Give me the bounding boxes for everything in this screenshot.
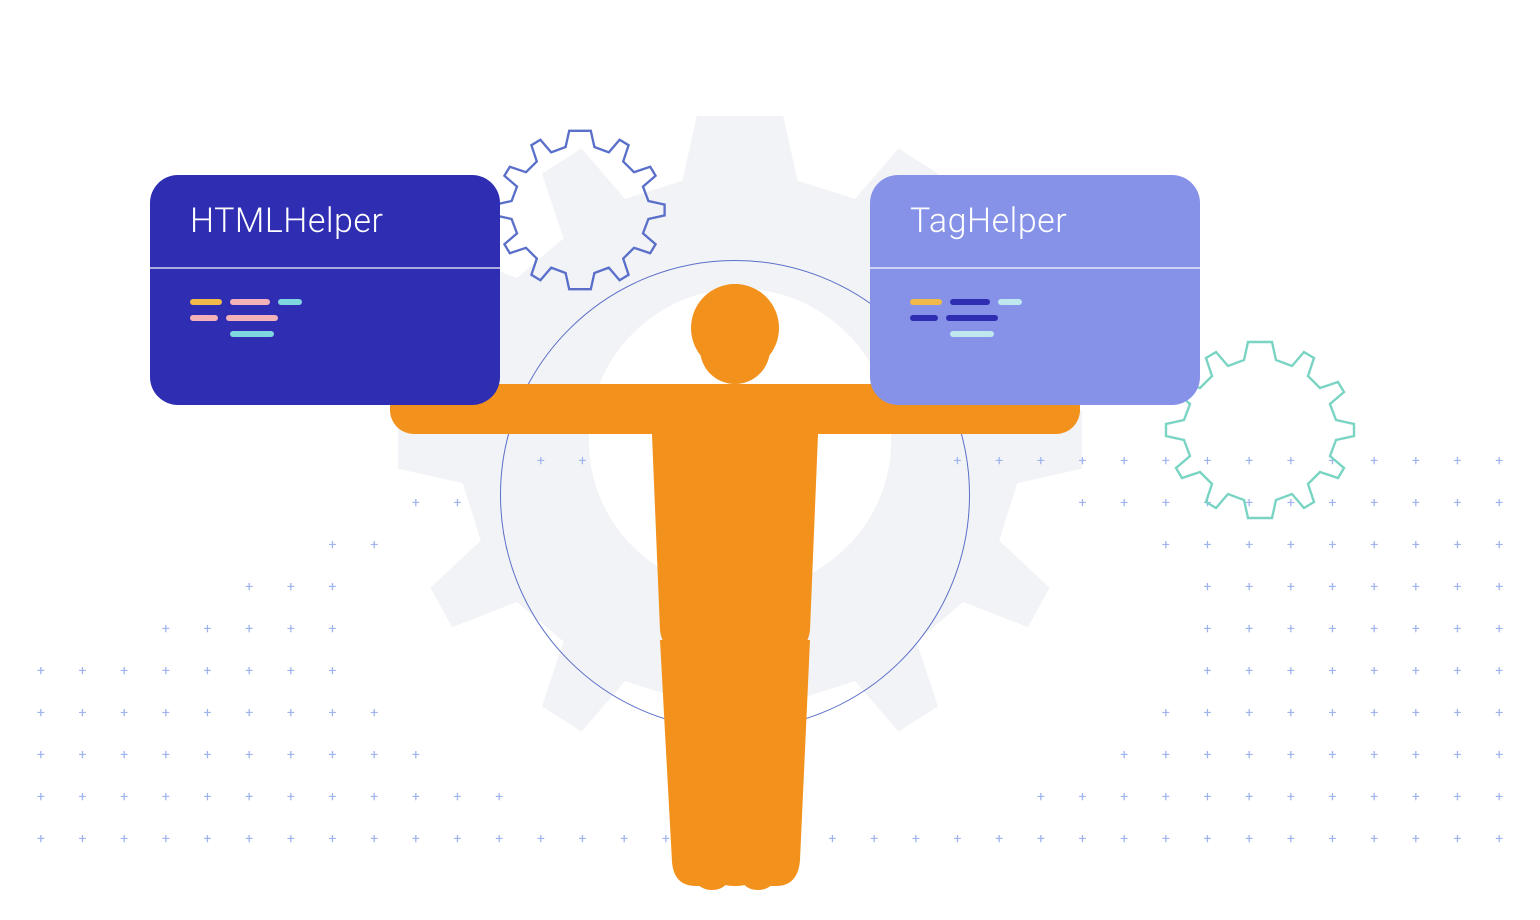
taghelper-card-title: TagHelper [910, 201, 1067, 241]
taghelper-code-body [870, 269, 1200, 377]
htmlhelper-card-title: HTMLHelper [190, 201, 383, 241]
htmlhelper-card-header: HTMLHelper [150, 175, 500, 269]
htmlhelper-card: HTMLHelper [150, 175, 500, 405]
taghelper-card: TagHelper [870, 175, 1200, 405]
taghelper-card-header: TagHelper [870, 175, 1200, 269]
gear-blue-icon [490, 120, 670, 300]
diagram-canvas: ++++++++++++++++++++++++++++++++++++++++… [0, 0, 1540, 920]
htmlhelper-code-body [150, 269, 500, 377]
